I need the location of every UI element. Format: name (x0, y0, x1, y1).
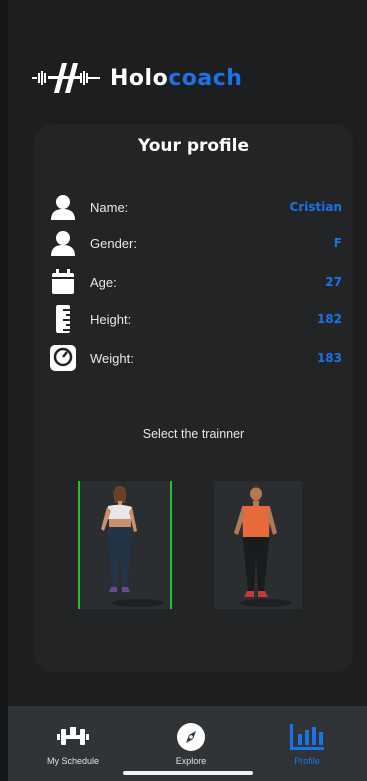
bar-chart-icon (252, 720, 362, 754)
app-screen: Holocoach Your profile Name: Cristian Ge… (8, 0, 367, 781)
profile-title: Your profile (137, 136, 250, 156)
scale-icon (48, 343, 78, 373)
male-trainer-option[interactable] (214, 481, 302, 609)
weight-value[interactable]: 183 (317, 351, 342, 365)
brand-name: Holocoach (110, 65, 243, 91)
male-trainer-image (214, 481, 302, 609)
compass-icon (136, 720, 246, 754)
gender-value[interactable]: F (334, 236, 342, 250)
person-icon (48, 192, 78, 222)
name-value[interactable]: Cristian (290, 200, 342, 214)
female-trainer-image (80, 481, 170, 609)
profile-row-gender: Gender: F (48, 228, 342, 258)
bottom-navigation: My Schedule Explore Profile (8, 706, 367, 781)
home-indicator[interactable] (123, 771, 253, 775)
calendar-icon (48, 267, 78, 297)
nav-profile[interactable]: Profile (252, 720, 362, 766)
brand-header: Holocoach (32, 60, 242, 96)
nav-my-schedule[interactable]: My Schedule (18, 720, 128, 766)
dumbbell-icon (18, 720, 128, 754)
select-trainer-label: Select the trainner (142, 427, 245, 441)
profile-row-age: Age: 27 (48, 267, 342, 297)
profile-row-name: Name: Cristian (48, 192, 342, 222)
female-trainer-option[interactable] (78, 481, 172, 609)
ruler-icon (48, 304, 78, 334)
age-value[interactable]: 27 (325, 275, 342, 289)
holocoach-logo-icon (32, 63, 100, 93)
person-icon (48, 228, 78, 258)
profile-card: Your profile Name: Cristian Gender: F Ag… (34, 124, 353, 672)
height-value[interactable]: 182 (317, 312, 342, 326)
profile-row-height: Height: 182 (48, 304, 342, 334)
profile-row-weight: Weight: 183 (48, 343, 342, 373)
nav-explore[interactable]: Explore (136, 720, 246, 766)
